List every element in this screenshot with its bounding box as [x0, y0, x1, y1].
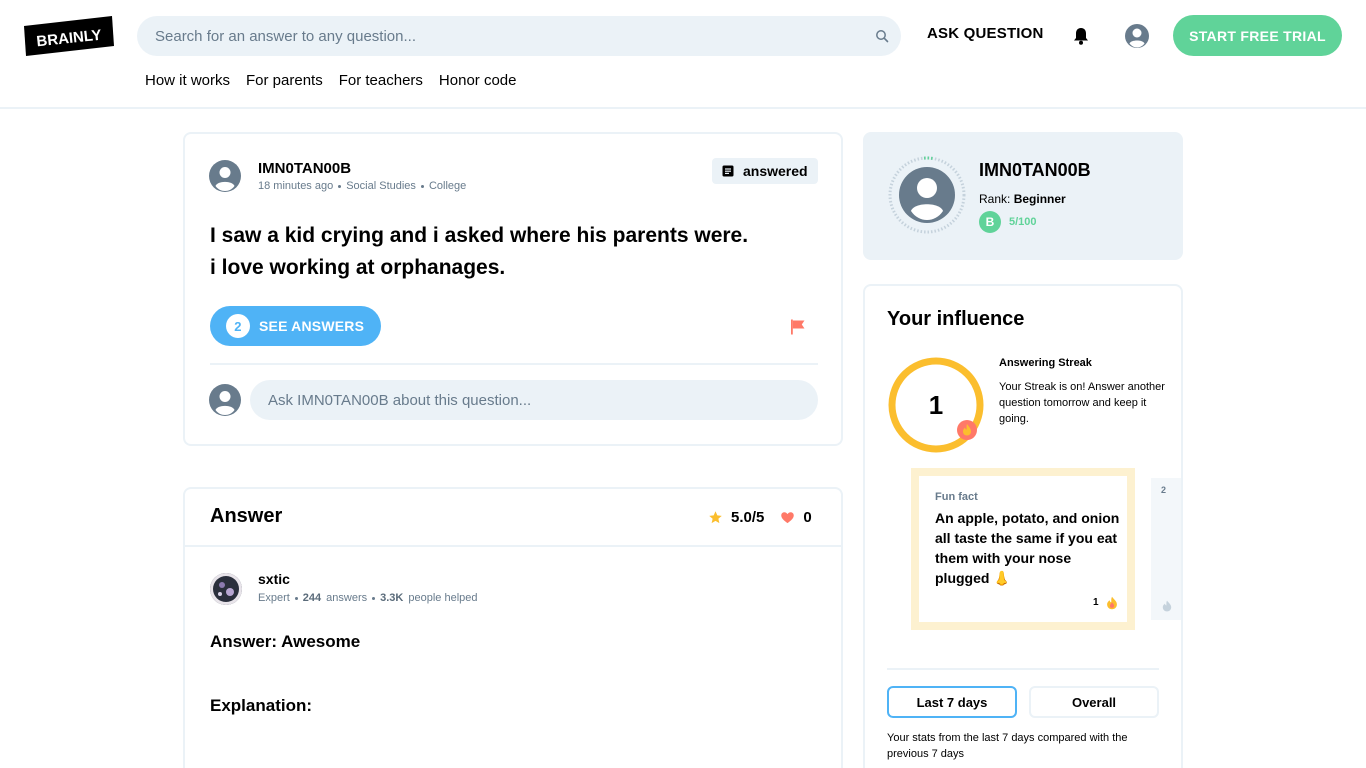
- profile-progress-ring[interactable]: [887, 155, 967, 235]
- streak-title: Answering Streak: [999, 357, 1092, 369]
- question-author-avatar[interactable]: [209, 160, 241, 192]
- author-rank: Expert: [258, 592, 290, 604]
- profile-icon[interactable]: [1124, 23, 1150, 49]
- answer-author-meta: Expert 244 answers 3.3K people helped: [258, 592, 478, 604]
- question-time: 18 minutes ago: [258, 180, 334, 192]
- points-value: 5/100: [1009, 216, 1037, 228]
- fun-fact-label: Fun fact: [935, 491, 978, 503]
- document-icon: [722, 165, 734, 177]
- heart-icon[interactable]: [780, 510, 795, 525]
- start-free-trial-button[interactable]: START FREE TRIAL: [1173, 15, 1342, 56]
- profile-rank: Rank: Beginner: [979, 192, 1066, 206]
- stats-note: Your stats from the last 7 days compared…: [887, 732, 1128, 760]
- see-answers-button[interactable]: 2 SEE ANSWERS: [210, 306, 381, 346]
- author-helped-count: 3.3K: [380, 592, 404, 604]
- question-text-line: I saw a kid crying and i asked where his…: [210, 224, 749, 247]
- answer-rating: 5.0/5 0: [708, 509, 812, 526]
- question-author-name[interactable]: IMN0TAN00B: [258, 160, 351, 177]
- influence-title: Your influence: [887, 308, 1025, 330]
- search-bar[interactable]: [137, 16, 901, 56]
- meta-separator: [420, 184, 424, 188]
- answers-count-badge: 2: [226, 314, 250, 338]
- brainly-logo[interactable]: BRAINLY: [24, 16, 114, 56]
- tab-overall[interactable]: Overall: [1029, 686, 1159, 718]
- answered-badge: answered: [712, 158, 818, 184]
- question-text-line: i love working at orphanages.: [210, 256, 506, 279]
- tab-last-7-days[interactable]: Last 7 days: [887, 686, 1017, 718]
- current-user-avatar: [209, 384, 241, 416]
- avatar-image: [210, 573, 242, 605]
- streak-description: Your Streak is on! Answer another questi…: [999, 381, 1165, 425]
- rank-label: Rank:: [979, 192, 1011, 206]
- comment-input[interactable]: [268, 380, 798, 420]
- answer-divider: [185, 545, 841, 547]
- answer-author-name[interactable]: sxtic: [258, 571, 290, 587]
- bell-icon[interactable]: [1071, 26, 1091, 46]
- answered-status-text: answered: [743, 163, 808, 179]
- likes-count: 0: [803, 509, 812, 526]
- fun-fact-count: 1: [1093, 597, 1099, 608]
- answer-body-line: Explanation:: [210, 696, 313, 715]
- rating-value: 5.0/5: [731, 509, 765, 526]
- influence-divider: [887, 668, 1159, 670]
- ask-question-link[interactable]: ASK QUESTION: [927, 25, 1044, 42]
- meta-separator: [338, 184, 342, 188]
- star-icon: [709, 511, 722, 524]
- fun-fact-card[interactable]: Fun fact An apple, potato, and onion all…: [911, 468, 1135, 630]
- search-input[interactable]: [155, 16, 855, 56]
- next-card-number: 2: [1161, 485, 1167, 495]
- question-level: College: [428, 180, 467, 192]
- author-answers-label: answers: [326, 592, 368, 604]
- nav-honor-code[interactable]: Honor code: [439, 72, 517, 89]
- fire-icon: [957, 420, 977, 440]
- points-coin-icon: B: [979, 211, 1001, 233]
- comment-box[interactable]: [250, 380, 818, 420]
- fun-fact-text: An apple, potato, and onion all taste th…: [935, 510, 1120, 586]
- nav-for-teachers[interactable]: For teachers: [339, 72, 423, 89]
- question-text: I saw a kid crying and i asked where his…: [210, 220, 810, 284]
- see-answers-label: SEE ANSWERS: [259, 318, 365, 334]
- search-icon[interactable]: [875, 29, 889, 43]
- author-answers-count: 244: [302, 592, 322, 604]
- nav-links: How it works For parents For teachers Ho…: [145, 72, 516, 89]
- answer-body-line: Answer: Awesome: [210, 632, 361, 651]
- profile-name[interactable]: IMN0TAN00B: [979, 160, 1091, 181]
- next-fact-card[interactable]: 2: [1151, 478, 1181, 620]
- answer-title: Answer: [210, 505, 283, 527]
- top-header: BRAINLY ASK QUESTION START FREE TRIAL Ho…: [0, 0, 1366, 109]
- meta-separator: [294, 596, 298, 600]
- question-meta: 18 minutes ago Social Studies College: [258, 180, 466, 192]
- question-subject[interactable]: Social Studies: [346, 180, 416, 192]
- question-divider: [210, 363, 818, 365]
- nav-how-it-works[interactable]: How it works: [145, 72, 230, 89]
- answer-card: Answer 5.0/5 0 sxtic Expert 244 answers …: [183, 487, 843, 768]
- answer-author-avatar[interactable]: [210, 573, 242, 605]
- rank-value: Beginner: [1013, 192, 1066, 206]
- fire-icon: [1162, 600, 1172, 612]
- fire-icon: [1107, 596, 1117, 610]
- flag-icon[interactable]: [789, 318, 807, 336]
- profile-card: IMN0TAN00B Rank: Beginner B 5/100: [863, 132, 1183, 260]
- profile-points: B 5/100: [979, 211, 1037, 233]
- author-helped-label: people helped: [408, 592, 478, 604]
- meta-separator: [372, 596, 376, 600]
- question-card: IMN0TAN00B 18 minutes ago Social Studies…: [183, 132, 843, 446]
- nav-for-parents[interactable]: For parents: [246, 72, 323, 89]
- influence-card: Your influence 1 Answering Streak Your S…: [863, 284, 1183, 768]
